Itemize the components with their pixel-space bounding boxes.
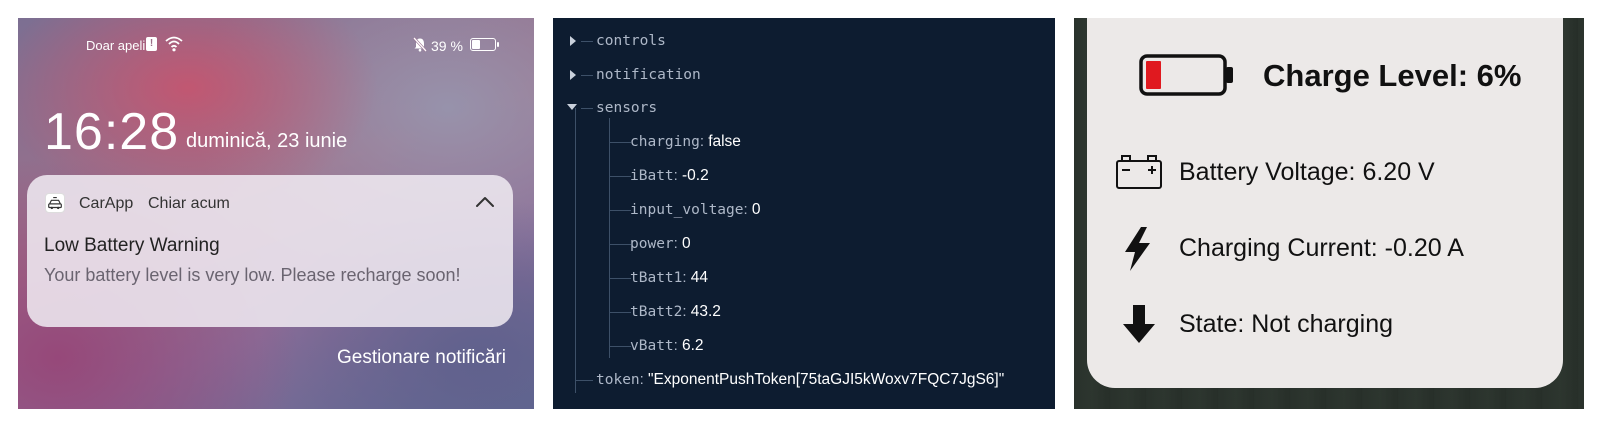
tree-leaf-token: token: "ExponentPushToken[75taGJI5kWoxv7… bbox=[596, 369, 1004, 391]
carapp-icon bbox=[45, 193, 65, 213]
arrow-down-icon bbox=[1123, 305, 1155, 343]
json-tree-viewer: controls notification sensors charging: … bbox=[553, 18, 1055, 409]
leaf-key: iBatt bbox=[630, 168, 674, 184]
tree-leaf: tBatt2: 43.2 bbox=[630, 301, 721, 323]
car-battery-icon bbox=[1116, 155, 1162, 189]
notification-app-name: CarApp bbox=[79, 195, 134, 212]
notification-card[interactable]: CarApp Chiar acum Low Battery Warning Yo… bbox=[27, 175, 513, 327]
tree-node-notification[interactable]: notification bbox=[596, 64, 701, 86]
tree-leaf: vBatt: 6.2 bbox=[630, 335, 704, 357]
tree-line bbox=[609, 244, 631, 245]
leaf-key: token bbox=[596, 372, 640, 388]
sim-alert-icon: ! bbox=[146, 37, 157, 51]
leaf-value: 0 bbox=[682, 235, 691, 252]
manage-notifications-button[interactable]: Gestionare notificări bbox=[337, 347, 506, 369]
lock-date: duminică, 23 iunie bbox=[186, 130, 348, 152]
expand-arrow-icon[interactable] bbox=[570, 36, 576, 46]
notification-time: Chiar acum bbox=[148, 195, 230, 212]
battery-percent: 39 % bbox=[431, 38, 463, 54]
colon: : bbox=[699, 133, 709, 150]
tree-line bbox=[609, 118, 610, 358]
tree-line bbox=[581, 108, 593, 109]
notification-body: Your battery level is very low. Please r… bbox=[44, 265, 461, 285]
bell-muted-icon bbox=[413, 37, 427, 52]
node-key: sensors bbox=[596, 100, 658, 116]
tree-line bbox=[609, 210, 631, 211]
battery-icon bbox=[470, 38, 499, 51]
tree-line bbox=[581, 75, 593, 76]
tree-leaf: charging: false bbox=[630, 131, 741, 153]
battery-voltage-label: Battery Voltage: 6.20 V bbox=[1179, 158, 1435, 186]
tree-line bbox=[575, 380, 593, 381]
battery-charge-fill bbox=[1146, 61, 1161, 89]
expand-arrow-icon[interactable] bbox=[570, 70, 576, 80]
charging-state-label: State: Not charging bbox=[1179, 310, 1394, 338]
node-key: notification bbox=[596, 67, 701, 83]
tree-node-controls[interactable]: controls bbox=[596, 30, 666, 52]
leaf-key: power bbox=[630, 236, 674, 252]
node-key: controls bbox=[596, 33, 666, 49]
phone-lockscreen: Doar apeli ! 39 % 16:28 duminică, 23 iun… bbox=[18, 18, 534, 409]
leaf-value: "ExponentPushToken[75taGJI5kWoxv7FQC7JgS… bbox=[648, 371, 1005, 388]
status-bar: Doar apeli ! 39 % bbox=[18, 36, 534, 54]
leaf-key: tBatt1 bbox=[630, 270, 683, 286]
tree-line bbox=[581, 41, 593, 42]
charge-level-label: Charge Level: 6% bbox=[1263, 58, 1522, 93]
leaf-value: 43.2 bbox=[690, 303, 721, 320]
tree-line bbox=[609, 142, 631, 143]
leaf-value: 6.2 bbox=[682, 337, 704, 354]
tree-leaf: tBatt1: 44 bbox=[630, 267, 708, 289]
tree-line bbox=[609, 312, 631, 313]
lightning-bolt-icon bbox=[1125, 227, 1150, 271]
leaf-value: -0.2 bbox=[682, 167, 709, 184]
leaf-key: charging bbox=[630, 134, 700, 150]
colon: : bbox=[673, 337, 682, 354]
battery-fill bbox=[472, 40, 480, 49]
colon: : bbox=[673, 167, 682, 184]
lock-clock: 16:28 bbox=[44, 103, 180, 161]
colon: : bbox=[639, 371, 648, 388]
leaf-key: vBatt bbox=[630, 338, 674, 354]
colon: : bbox=[682, 303, 691, 320]
carrier-label: Doar apeli bbox=[86, 38, 146, 53]
colon: : bbox=[743, 201, 752, 218]
tree-leaf: power: 0 bbox=[630, 233, 691, 255]
chevron-up-icon[interactable] bbox=[475, 195, 495, 209]
leaf-value: 44 bbox=[690, 269, 708, 286]
tree-line bbox=[609, 278, 631, 279]
battery-status-screen: Charge Level: 6% Battery Voltage: 6.20 V… bbox=[1074, 18, 1584, 409]
charging-current-label: Charging Current: -0.20 A bbox=[1179, 234, 1464, 262]
tree-line bbox=[575, 108, 576, 393]
leaf-key: input_voltage bbox=[630, 202, 744, 218]
tree-leaf: input_voltage: 0 bbox=[630, 199, 760, 221]
colon: : bbox=[682, 269, 691, 286]
colon: : bbox=[673, 235, 682, 252]
leaf-value: 0 bbox=[751, 201, 761, 218]
tree-leaf: iBatt: -0.2 bbox=[630, 165, 709, 187]
notification-title: Low Battery Warning bbox=[44, 235, 220, 256]
battery-low-icon bbox=[1139, 54, 1233, 96]
wifi-icon bbox=[165, 36, 183, 52]
leaf-key: tBatt2 bbox=[630, 304, 683, 320]
leaf-value: false bbox=[708, 133, 741, 150]
tree-line bbox=[609, 346, 631, 347]
tree-line bbox=[609, 176, 631, 177]
tree-node-sensors[interactable]: sensors bbox=[596, 97, 657, 119]
collapse-arrow-icon[interactable] bbox=[567, 104, 577, 110]
battery-status-card: Charge Level: 6% Battery Voltage: 6.20 V… bbox=[1087, 18, 1563, 388]
